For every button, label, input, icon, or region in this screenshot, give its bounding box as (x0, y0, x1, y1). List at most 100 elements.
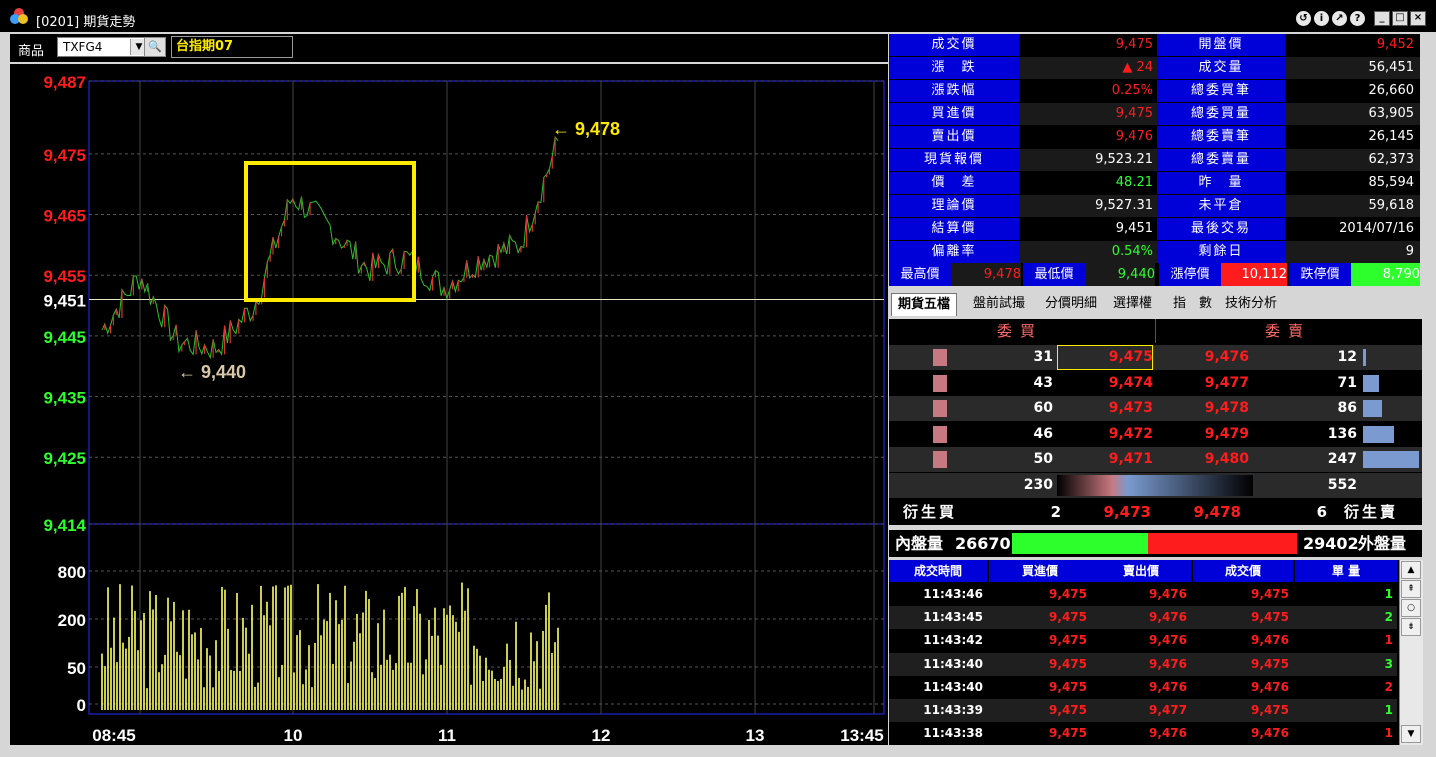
tab-futures-book[interactable]: 期貨五檔 (891, 293, 958, 316)
help-icon[interactable]: ? (1350, 11, 1365, 26)
high-low-bar: 最高價 9,478 最低價 9,440 漲停價 10,112 跌停價 8,790 (889, 263, 1420, 286)
x-tick-label: 13 (746, 726, 765, 745)
bid-price[interactable]: 9,473 (1057, 396, 1153, 421)
bid-price[interactable]: 9,471 (1057, 447, 1153, 472)
price-chart-panel: 9,487 9,475 9,465 9,455 9,451 9,445 9,435 9,425… (10, 64, 888, 745)
tab-technical[interactable]: 技術分析 (1225, 293, 1277, 315)
book-level-row: 50 9,471 9,480 247 (889, 447, 1422, 472)
quote-value: 9,475 (1019, 103, 1159, 125)
ask-depth-bar (1363, 425, 1394, 443)
scrollbar[interactable]: ▲ ⇞ ○ ⇟ ▼ (1399, 560, 1423, 745)
bid-price[interactable]: 9,474 (1057, 371, 1153, 396)
quote-value: 2014/07/16 (1285, 218, 1420, 240)
scroll-down-icon[interactable]: ▼ (1401, 725, 1421, 743)
y-tick-label: 9,451 (43, 291, 86, 310)
ask-price[interactable]: 9,476 (1157, 345, 1249, 370)
ask-price[interactable]: 9,480 (1157, 447, 1249, 472)
quote-value: 62,373 (1285, 149, 1420, 171)
bid-qty: 60 (1033, 400, 1053, 416)
quote-label: 成交價 (889, 34, 1019, 56)
trade-column-header: 成交時間 (889, 560, 987, 582)
trade-price: 9,476 (1251, 679, 1289, 694)
trade-qty: 1 (1384, 587, 1393, 601)
derivative-buy-label: 衍生買 (903, 503, 958, 521)
app-window: [0201] 期貨走勢 ↺ i ↗ ? _ □ × 商品 TXFG4 ▼ 🔍 台… (0, 0, 1436, 757)
tab-options[interactable]: 選擇權 (1113, 293, 1152, 315)
quote-row: 漲跌幅 0.25% 總委買筆 26,660 (889, 80, 1420, 102)
y-tick-label: 9,445 (43, 328, 86, 347)
maximize-button[interactable]: □ (1392, 11, 1408, 26)
trade-ticker: ▲ ⇞ ○ ⇟ ▼ 成交時間 買進價 賣出價 成交價單 量 11:43:46 9,475 9… (889, 560, 1423, 746)
tab-price-detail[interactable]: 分價明細 (1045, 293, 1097, 315)
quote-label: 漲跌幅 (889, 80, 1019, 102)
search-button[interactable]: 🔍 (144, 37, 166, 57)
trade-qty: 1 (1384, 726, 1393, 741)
bid-total: 230 (1023, 477, 1053, 493)
trade-time: 11:43:40 (923, 656, 983, 671)
high-annotation: ← 9,478 (552, 119, 620, 139)
quote-panel: 成交價 9,475 開盤價 9,452 漲 跌 ▲ 24 成交量 56,451 漲跌幅 0.25%… (889, 34, 1420, 263)
quote-row: 現貨報價 9,523.21 總委賣量 62,373 (889, 149, 1420, 171)
trade-ask: 9,476 (1149, 587, 1187, 601)
trade-row: 11:43:40 9,475 9,476 9,475 3 (889, 652, 1397, 676)
y-tick-label: 9,455 (43, 267, 86, 286)
bid-qty: 31 (1033, 349, 1053, 365)
quote-row: 理論價 9,527.31 未平倉 59,618 (889, 195, 1420, 217)
quote-label: 現貨報價 (889, 149, 1019, 171)
link-icon[interactable]: ↺ (1296, 11, 1311, 26)
scroll-stop-icon[interactable]: ○ (1401, 599, 1421, 617)
trade-bid: 9,475 (1049, 587, 1087, 601)
trade-time: 11:43:40 (923, 679, 983, 694)
inner-outer-volume: 內盤量 26670 29402 外盤量 (889, 530, 1422, 557)
minimize-button[interactable]: _ (1374, 11, 1390, 26)
quote-row: 偏離率 0.54% 剩餘日 9 (889, 241, 1420, 263)
limit-up-value: 10,112 (1221, 263, 1287, 286)
trade-price: 9,476 (1251, 633, 1289, 648)
derivative-sell-qty: 6 (1316, 503, 1327, 521)
tab-index[interactable]: 指 數 (1173, 293, 1212, 315)
trade-row: 11:43:39 9,475 9,477 9,475 1 (889, 699, 1397, 722)
x-tick-label: 11 (438, 726, 456, 745)
quote-label: 買進價 (889, 103, 1019, 125)
scroll-bottom-icon[interactable]: ⇟ (1401, 618, 1421, 636)
quote-label: 偏離率 (889, 241, 1019, 263)
bid-depth-bar (933, 451, 947, 468)
info-icon[interactable]: i (1314, 11, 1329, 26)
quote-label: 結算價 (889, 218, 1019, 240)
trade-ask: 9,476 (1149, 610, 1187, 625)
bid-price[interactable]: 9,472 (1057, 422, 1153, 447)
product-code-select[interactable]: TXFG4 ▼ (57, 37, 149, 57)
trade-bid: 9,475 (1049, 726, 1087, 741)
y-tick-label: 9,414 (43, 516, 86, 535)
bid-qty: 50 (1033, 451, 1053, 467)
ask-price[interactable]: 9,479 (1157, 422, 1249, 447)
y-tick-label: 9,425 (43, 449, 86, 468)
trade-row: 11:43:42 9,475 9,476 9,476 1 (889, 629, 1397, 653)
quote-value: 9,475 (1019, 34, 1159, 56)
ask-qty: 86 (1337, 400, 1357, 416)
derivative-row: 衍生買 2 9,473 9,478 6 衍生賣 (889, 499, 1422, 525)
ask-qty: 247 (1327, 451, 1357, 467)
trade-time: 11:43:39 (923, 703, 983, 717)
scroll-up-icon[interactable]: ▲ (1401, 561, 1421, 579)
bid-price[interactable]: 9,475 (1057, 345, 1153, 370)
order-book: 委買 委賣 31 9,475 9,476 12 43 9,474 9,477 71 60 9,47… (889, 319, 1422, 525)
ask-price[interactable]: 9,478 (1157, 396, 1249, 421)
ask-price[interactable]: 9,477 (1157, 371, 1249, 396)
quote-row: 結算價 9,451 最後交易 2014/07/16 (889, 218, 1420, 240)
derivative-sell-label: 衍生賣 (1344, 503, 1399, 521)
quote-row: 價 差 48.21 昨 量 85,594 (889, 172, 1420, 194)
book-level-row: 43 9,474 9,477 71 (889, 370, 1422, 396)
trade-time: 11:43:45 (923, 610, 983, 625)
trade-price: 9,475 (1251, 703, 1289, 717)
trade-column-header: 單 量 (1295, 560, 1397, 582)
tab-pre-market[interactable]: 盤前試撮 (973, 293, 1025, 315)
export-icon[interactable]: ↗ (1332, 11, 1347, 26)
trade-qty: 2 (1384, 610, 1393, 625)
low-label: 最低價 (1023, 263, 1085, 286)
ask-qty: 71 (1337, 374, 1357, 391)
trade-bid: 9,475 (1049, 610, 1087, 625)
close-button[interactable]: × (1410, 11, 1426, 26)
trade-bid: 9,475 (1049, 633, 1087, 648)
scroll-top-icon[interactable]: ⇞ (1401, 580, 1421, 598)
